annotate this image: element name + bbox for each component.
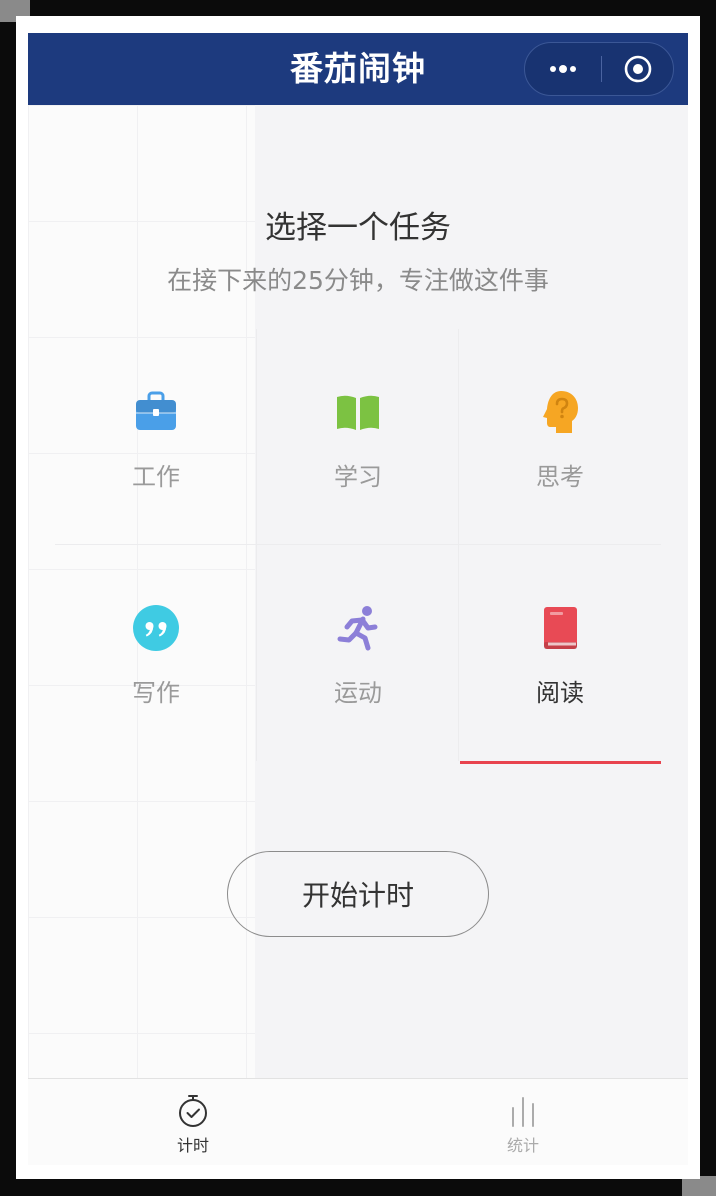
task-label: 阅读: [536, 679, 584, 707]
capsule-menu: [524, 42, 674, 96]
red-book-icon: [536, 604, 584, 652]
target-icon: [624, 55, 651, 83]
task-label: 工作: [132, 463, 180, 491]
task-label: 写作: [132, 679, 180, 707]
more-button[interactable]: [525, 43, 601, 95]
tab-label: 计时: [176, 1136, 209, 1155]
task-label: 学习: [334, 463, 382, 491]
thinking-head-icon: [536, 388, 584, 436]
more-dots-icon: [550, 65, 576, 73]
start-timer-button[interactable]: 开始计时: [227, 851, 489, 937]
quote-icon: [132, 604, 180, 652]
task-think[interactable]: 思考: [459, 329, 661, 545]
task-read[interactable]: 阅读: [459, 545, 661, 764]
tab-timer[interactable]: 计时: [28, 1079, 358, 1165]
tab-label: 统计: [506, 1136, 539, 1155]
stopwatch-icon: [176, 1094, 210, 1128]
bottom-tab-bar: 计时 统计: [28, 1078, 688, 1165]
exit-button[interactable]: [602, 43, 673, 95]
open-book-icon: [334, 388, 382, 436]
navigation-bar: 番茄闹钟: [28, 33, 688, 105]
task-label: 思考: [536, 463, 584, 491]
task-study[interactable]: 学习: [257, 329, 459, 545]
task-sports[interactable]: 运动: [257, 545, 459, 761]
briefcase-icon: [132, 388, 180, 436]
runner-icon: [334, 604, 382, 652]
task-subheading: 在接下来的25分钟，专注做这件事: [167, 266, 549, 295]
bar-chart-icon: [506, 1094, 540, 1128]
app-screen: 番茄闹钟 选择一个任务 在接下来的25分钟，专注做这件事 工作 学习 思考 写作…: [28, 33, 688, 1165]
image-corner-artifact: [682, 1176, 716, 1196]
task-heading: 选择一个任务: [265, 210, 451, 246]
task-grid: 工作 学习 思考 写作 运动 阅读: [55, 329, 661, 764]
task-label: 运动: [334, 679, 382, 707]
task-work[interactable]: 工作: [55, 329, 257, 545]
tab-statistics[interactable]: 统计: [358, 1079, 688, 1165]
task-write[interactable]: 写作: [55, 545, 257, 761]
